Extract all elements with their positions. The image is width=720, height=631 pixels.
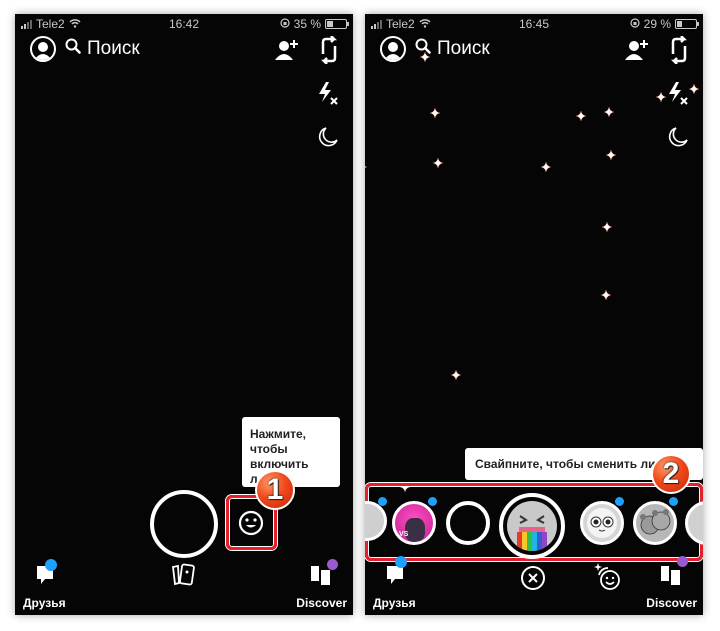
sparkle-star (541, 162, 551, 172)
search-label: Поиск (87, 38, 140, 59)
status-bar: Tele2 16:42 35 % (15, 14, 353, 32)
selected-lens-ring[interactable] (499, 493, 565, 559)
sparkle-star (433, 158, 443, 168)
search-icon (415, 38, 431, 60)
moon-icon[interactable] (317, 126, 341, 153)
orientation-lock-icon (630, 17, 640, 31)
search-label: Поиск (437, 38, 490, 59)
battery-percent: 35 % (293, 17, 321, 31)
discover-dot (677, 556, 688, 567)
new-dot (428, 497, 437, 506)
discover-label[interactable]: Discover (646, 596, 697, 610)
flip-camera-icon[interactable] (669, 35, 689, 69)
new-dot (45, 559, 57, 571)
capture-button[interactable] (150, 490, 218, 558)
lens-label: VS (399, 531, 409, 538)
lens-explorer-icon[interactable] (593, 562, 621, 597)
sparkle-star (656, 92, 666, 102)
smiley-icon[interactable] (237, 509, 265, 542)
new-dot (669, 497, 678, 506)
lens-tooltip: Нажмите, чтобы включить л... (242, 417, 340, 487)
memories-icon[interactable] (170, 563, 196, 592)
discover-label[interactable]: Discover (296, 596, 347, 610)
sparkle-star (576, 111, 586, 121)
new-dot (378, 497, 387, 506)
friends-label[interactable]: Друзья (23, 596, 66, 610)
search-button[interactable]: Поиск (65, 38, 140, 60)
flash-off-icon[interactable] (317, 82, 341, 112)
flip-camera-icon[interactable] (319, 35, 339, 69)
search-button[interactable]: Поиск (415, 38, 490, 60)
capture-button[interactable] (446, 501, 490, 545)
new-dot (395, 556, 407, 568)
phone-screen-after: Tele2 16:45 29 % Поиск Свайпните, чтобы … (365, 14, 703, 615)
step-badge: 2 (651, 454, 691, 494)
bitmoji-avatar-icon[interactable] (30, 36, 56, 62)
phone-screen-before: Tele2 16:42 35 % Поиск Нажмите, чтобы вк… (15, 14, 353, 615)
discover-dot (327, 559, 338, 570)
moon-icon[interactable] (667, 126, 691, 153)
search-icon (65, 38, 81, 60)
status-bar: Tele2 16:45 29 % (365, 14, 703, 32)
sparkle-star (606, 150, 616, 160)
tooltip-line: включить (250, 457, 309, 471)
sparkle-star (601, 290, 611, 300)
battery-percent: 29 % (643, 17, 671, 31)
friends-label[interactable]: Друзья (373, 596, 416, 610)
add-friend-icon[interactable] (275, 38, 301, 67)
tooltip-line: чтобы (250, 442, 288, 456)
add-friend-icon[interactable] (625, 38, 651, 67)
sparkle-star (430, 108, 440, 118)
sparkle-star (604, 107, 614, 117)
sparkle-star (602, 222, 612, 232)
close-icon[interactable] (520, 565, 546, 596)
sparkle-star (365, 166, 367, 168)
step-badge: 1 (255, 470, 295, 510)
battery-icon (325, 19, 349, 29)
lens-purple-character[interactable]: VS (392, 501, 436, 545)
bitmoji-avatar-icon[interactable] (380, 36, 406, 62)
tooltip-line: Нажмите, (250, 427, 306, 441)
battery-icon (675, 19, 699, 29)
sparkle-star (451, 370, 461, 380)
flash-off-icon[interactable] (667, 82, 691, 112)
lens-glasses-face[interactable] (580, 501, 624, 545)
lens-rainbow-vomit[interactable] (507, 501, 557, 551)
discover-icon[interactable] (660, 563, 682, 590)
lens-bears[interactable] (633, 501, 677, 545)
orientation-lock-icon (280, 17, 290, 31)
new-dot (615, 497, 624, 506)
